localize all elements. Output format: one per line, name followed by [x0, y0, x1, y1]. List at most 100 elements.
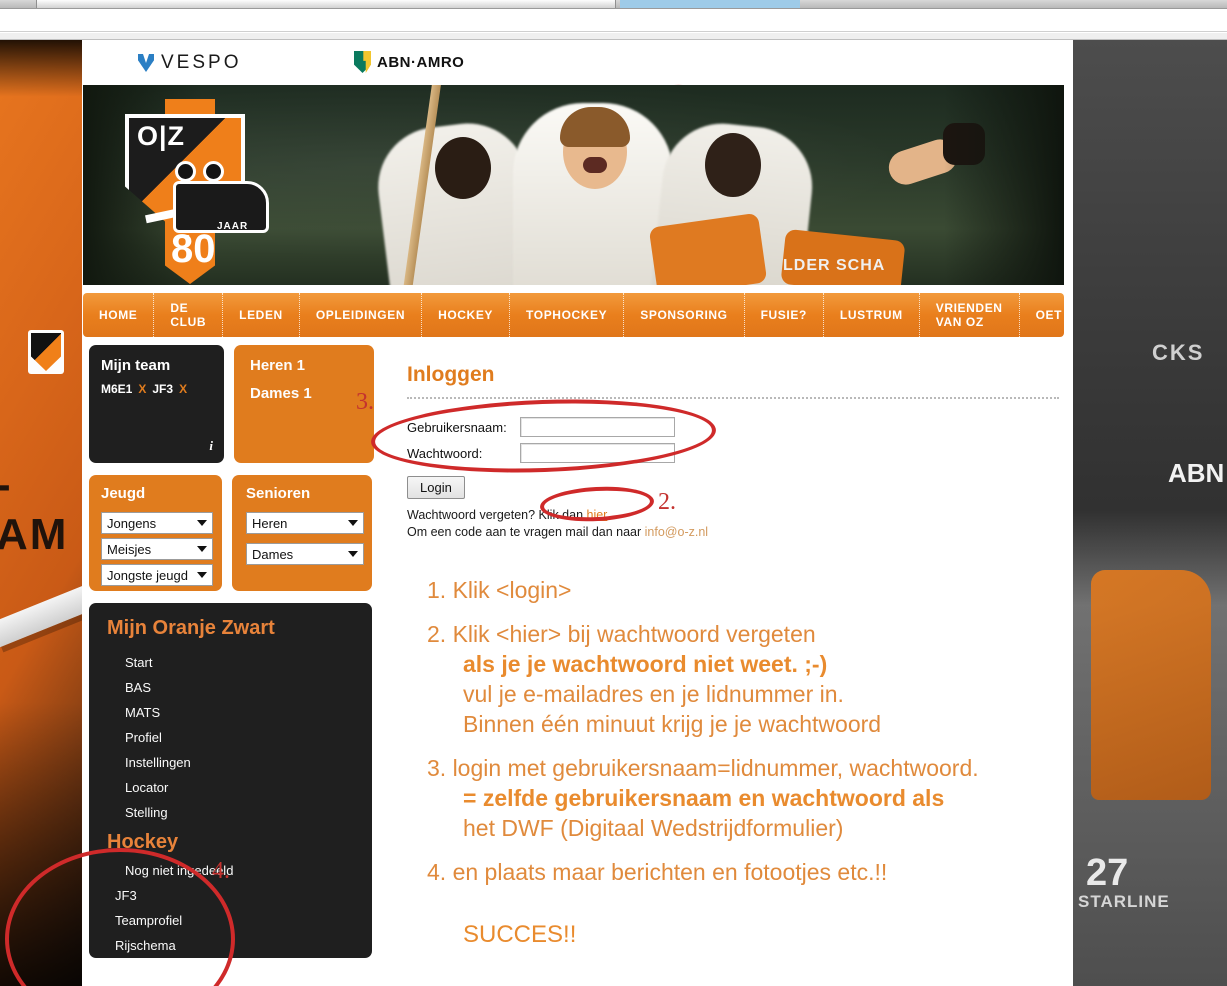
- annotation-number-2: 2.: [658, 489, 676, 515]
- browser-chrome: [0, 0, 1227, 40]
- support-email[interactable]: info@o-z.nl: [645, 525, 708, 539]
- instruction-3-line-2: = zelfde gebruikersnaam en wachtwoord al…: [463, 785, 945, 811]
- abn-amro-shield-icon: [354, 51, 371, 73]
- utility-bar: VESPO ABN·AMRO 1. Login Clubcard Volg on…: [82, 40, 1073, 122]
- request-code-text: Om een code aan te vragen mail dan naar: [407, 525, 645, 539]
- main-navigation: HOME DE CLUB LEDEN OPLEIDINGEN HOCKEY TO…: [83, 293, 1064, 337]
- vespo-logo[interactable]: VESPO: [138, 52, 241, 74]
- info-icon[interactable]: i: [209, 438, 213, 454]
- annotation-number-3: 3.: [356, 389, 374, 415]
- page-title: Inloggen: [407, 363, 495, 386]
- moz-link-mats[interactable]: MATS: [107, 700, 372, 725]
- crest-anniversary-years: 80: [171, 227, 216, 271]
- instructions-block: 1. Klik <login> 2. Klik <hier> bij wacht…: [427, 575, 1059, 949]
- moz-link-locator[interactable]: Locator: [107, 775, 372, 800]
- instruction-step-2: 2. Klik <hier> bij wachtwoord vergeten a…: [427, 619, 1059, 739]
- background-shirt-text-left: -AM: [0, 460, 69, 559]
- senioren-select-dames[interactable]: Dames: [246, 543, 364, 565]
- hockey-section-title: Hockey: [107, 831, 179, 853]
- senioren-select-heren-value: Heren: [252, 516, 288, 531]
- login-submit-button[interactable]: Login: [407, 476, 465, 499]
- nav-item-tophockey[interactable]: TOPHOCKEY: [510, 293, 625, 337]
- instruction-step-4: 4. en plaats maar berichten en fotootjes…: [427, 857, 1059, 887]
- crest-dot-left: [175, 161, 196, 182]
- my-team-remove-m6e1[interactable]: X: [138, 382, 146, 396]
- jeugd-select-jongens[interactable]: Jongens: [101, 512, 213, 534]
- background-brand-text: STARLINE: [1078, 892, 1170, 911]
- nav-item-hockey[interactable]: HOCKEY: [422, 293, 511, 337]
- instruction-3-line-1: 3. login met gebruikersnaam=lidnummer, w…: [427, 755, 979, 781]
- nav-item-opleidingen[interactable]: OPLEIDINGEN: [300, 293, 423, 337]
- nav-item-home[interactable]: HOME: [83, 293, 155, 337]
- browser-toolbar: [0, 10, 1227, 32]
- hockey-link-jf3[interactable]: JF3: [107, 883, 372, 908]
- hero-head-left: [435, 137, 491, 199]
- chevron-down-icon: [197, 520, 207, 526]
- moz-link-bas[interactable]: BAS: [107, 675, 372, 700]
- hockey-link-teamprofiel[interactable]: Teamprofiel: [107, 908, 372, 933]
- nav-item-sponsoring[interactable]: SPONSORING: [624, 293, 745, 337]
- content-area: Mijn team M6E1 X JF3 X i Heren 1 Dames 1: [83, 345, 1064, 958]
- instruction-2-line-1: 2. Klik <hier> bij wachtwoord vergeten: [427, 621, 816, 647]
- my-team-item-jf3[interactable]: JF3: [152, 382, 173, 396]
- sidebar-row-categories: Jeugd Jongens Meisjes Jongste jeugd Seni…: [89, 475, 387, 591]
- jeugd-select-meisjes-value: Meisjes: [107, 542, 152, 557]
- senioren-panel: Senioren Heren Dames: [232, 475, 372, 591]
- hero-vignette-right: [944, 85, 1064, 285]
- nav-item-lustrum[interactable]: LUSTRUM: [824, 293, 920, 337]
- moz-link-start[interactable]: Start: [107, 650, 372, 675]
- instruction-step-3: 3. login met gebruikersnaam=lidnummer, w…: [427, 753, 1059, 843]
- crest-initials: O|Z: [137, 121, 186, 151]
- title-divider: [407, 397, 1059, 399]
- jeugd-select-jongste-jeugd[interactable]: Jongste jeugd: [101, 564, 213, 586]
- forgot-password-text: Wachtwoord vergeten? Klik dan: [407, 508, 587, 522]
- abn-amro-logo-text: ABN·AMRO: [377, 53, 465, 71]
- my-team-remove-jf3[interactable]: X: [179, 382, 187, 396]
- success-text: SUCCES!!: [463, 921, 577, 948]
- browser-active-tab[interactable]: [36, 0, 616, 8]
- main-column: Inloggen 3. Gebruikersnaam: Wachtwoord: …: [356, 345, 1059, 949]
- forgot-password-link[interactable]: hier: [587, 508, 608, 522]
- hockey-link-nog-niet-ingedeeld[interactable]: Nog niet ingedeeld: [107, 858, 372, 883]
- browser-bookmarks-bar: [0, 33, 1227, 40]
- featured-teams-panel: Heren 1 Dames 1: [234, 345, 374, 463]
- my-team-item-m6e1[interactable]: M6E1: [101, 382, 132, 396]
- request-code-line: Om een code aan te vragen mail dan naar …: [407, 524, 1059, 541]
- abn-amro-logo[interactable]: ABN·AMRO: [354, 51, 464, 73]
- featured-team-heren-1[interactable]: Heren 1: [250, 357, 374, 374]
- my-team-list: M6E1 X JF3 X: [101, 382, 214, 396]
- nav-item-de-club[interactable]: DE CLUB: [154, 293, 224, 337]
- annotation-number-4: 4.: [212, 858, 230, 884]
- moz-link-instellingen[interactable]: Instellingen: [107, 750, 372, 775]
- club-crest-logo[interactable]: O|Z 80 JAAR: [125, 99, 269, 284]
- nav-item-vrienden-van-oz[interactable]: VRIENDEN VAN OZ: [920, 293, 1020, 337]
- nav-item-fusie[interactable]: FUSIE?: [745, 293, 824, 337]
- background-orange-shirt-right: [1091, 570, 1211, 800]
- my-oranje-zwart-title: Mijn Oranje Zwart: [107, 617, 275, 639]
- instruction-2-line-3: vul je e-mailadres en je lidnummer in.: [463, 681, 844, 707]
- hero-shirt-text: LDER SCHA: [783, 257, 886, 274]
- username-input[interactable]: [520, 417, 675, 437]
- password-input[interactable]: [520, 443, 675, 463]
- hero-mouth-center: [583, 157, 607, 173]
- jeugd-select-meisjes[interactable]: Meisjes: [101, 538, 213, 560]
- moz-link-profiel[interactable]: Profiel: [107, 725, 372, 750]
- chevron-down-icon: [197, 546, 207, 552]
- sidebar-row-teams: Mijn team M6E1 X JF3 X i Heren 1 Dames 1: [89, 345, 387, 463]
- jeugd-panel: Jeugd Jongens Meisjes Jongste jeugd: [89, 475, 222, 591]
- instruction-4-line-1: 4. en plaats maar berichten en fotootjes…: [427, 859, 888, 885]
- username-label: Gebruikersnaam:: [407, 419, 507, 435]
- hero-head-right: [705, 133, 761, 197]
- browser-tab-strip: [0, 0, 1227, 9]
- hockey-link-rijschema[interactable]: Rijschema: [107, 933, 372, 958]
- senioren-select-heren[interactable]: Heren: [246, 512, 364, 534]
- chevron-down-icon: [197, 572, 207, 578]
- nav-item-oet[interactable]: OET: [1020, 293, 1078, 337]
- instruction-2-line-2: als je je wachtwoord niet weet. ;-): [463, 651, 828, 677]
- moz-link-stelling[interactable]: Stelling: [107, 800, 372, 825]
- crest-anniversary-label: JAAR: [217, 221, 249, 232]
- nav-item-leden[interactable]: LEDEN: [223, 293, 300, 337]
- my-team-title: Mijn team: [101, 357, 171, 374]
- my-oranje-zwart-panel: Mijn Oranje Zwart Start BAS MATS Profiel…: [89, 603, 372, 958]
- browser-new-tab-button[interactable]: [620, 0, 800, 8]
